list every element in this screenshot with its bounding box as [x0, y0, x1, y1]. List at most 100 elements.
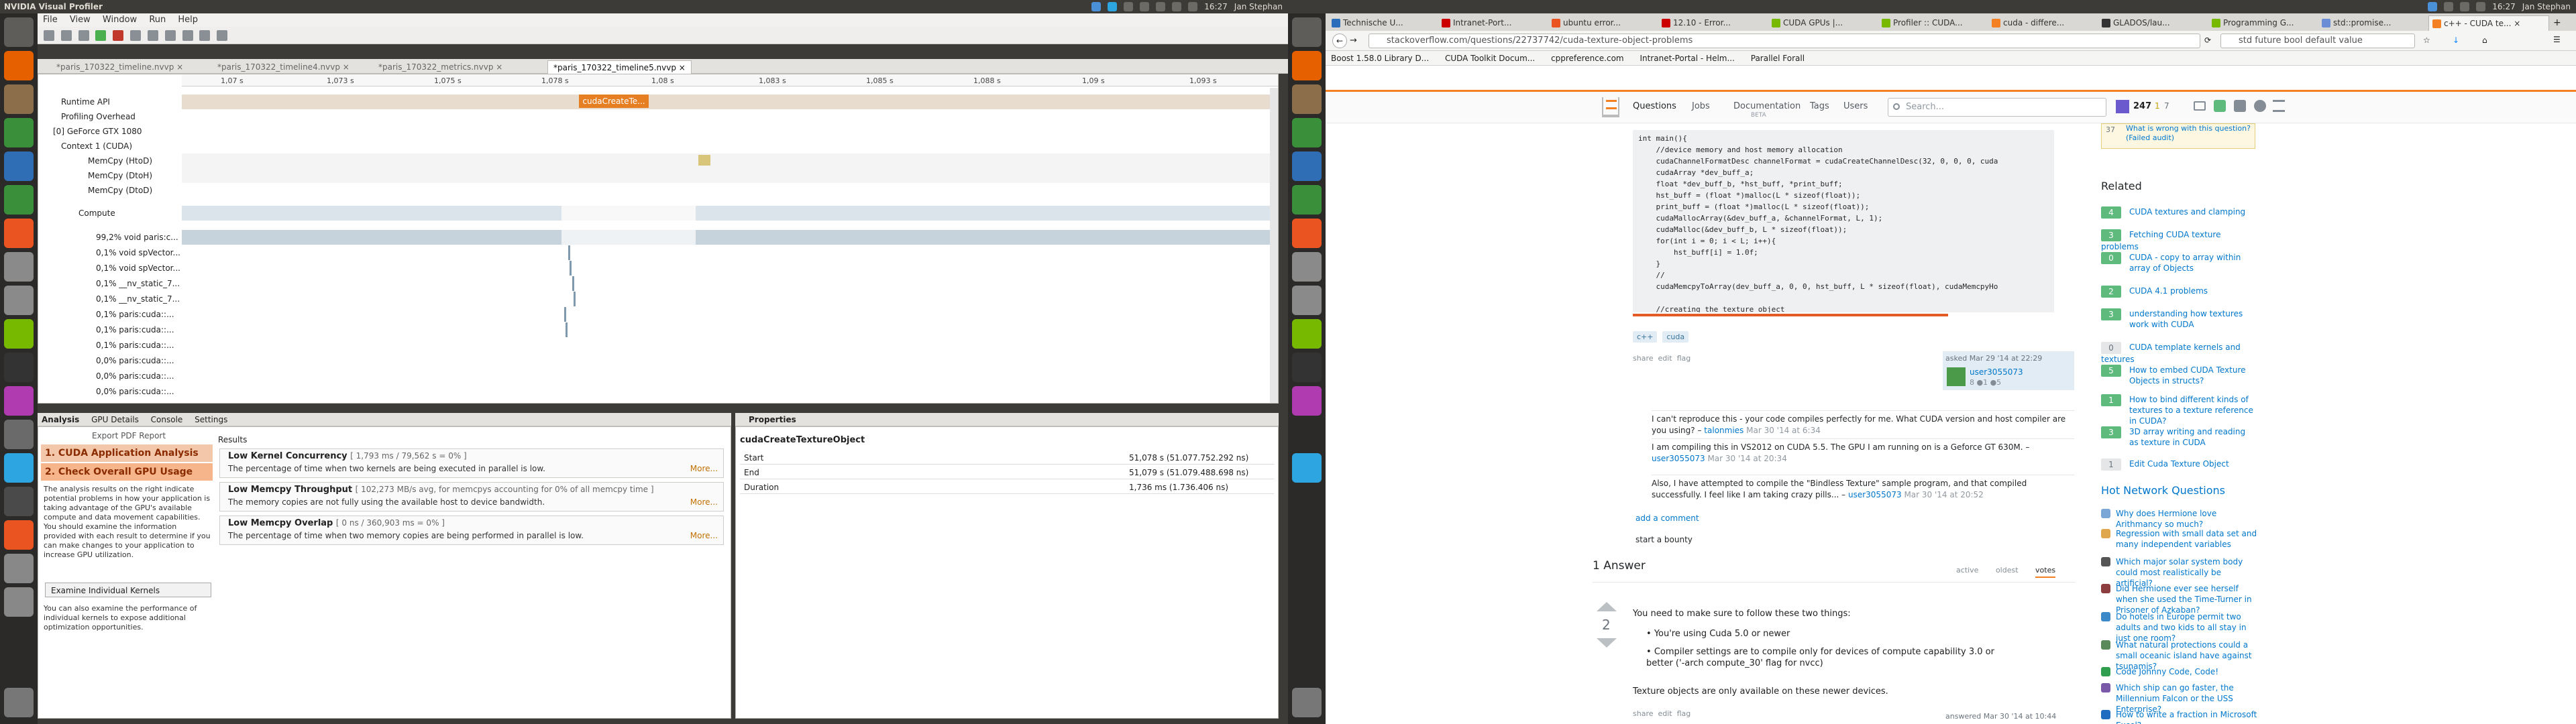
network-icon[interactable] [1156, 2, 1166, 11]
review-icon[interactable] [2234, 100, 2246, 112]
settings-icon[interactable] [4, 252, 34, 282]
web-search-input[interactable]: std future bool default value [2220, 34, 2415, 48]
terminal-icon[interactable] [1292, 353, 1322, 382]
related-link[interactable]: 3 3D array writing and reading as texture… [2101, 426, 2255, 448]
settings-icon[interactable] [1292, 252, 1322, 282]
row-kernel[interactable]: 0,1% void spVector... [96, 245, 180, 260]
answer-actions[interactable]: share edit flag [1633, 709, 1690, 718]
open-icon[interactable] [60, 30, 72, 41]
software-center-icon[interactable] [1292, 219, 1322, 248]
sort-active[interactable]: active [1956, 566, 1978, 575]
zoom-fit-icon[interactable] [164, 30, 176, 41]
related-link[interactable]: 5 How to embed CUDA Texture Objects in st… [2101, 365, 2255, 386]
save-icon[interactable] [78, 30, 89, 41]
browser-tab[interactable]: cuda - differe... [1988, 15, 2096, 31]
row-memcpy-dtod[interactable]: MemCpy (DtoD) [88, 183, 152, 198]
clock[interactable]: 16:27 [2492, 0, 2516, 13]
related-link[interactable]: 3 understanding how textures work with CU… [2101, 308, 2255, 330]
workspace-icon[interactable] [4, 487, 34, 516]
upvote-icon[interactable] [1597, 602, 1617, 611]
volume-icon[interactable] [2476, 2, 2486, 11]
chrome-tray-icon[interactable] [1091, 2, 1102, 11]
related-link[interactable]: 1 How to bind different kinds of textures… [2101, 394, 2255, 426]
libreoffice-icon[interactable] [4, 118, 34, 147]
tab-console[interactable]: Console [151, 415, 183, 424]
ide-icon[interactable] [4, 420, 34, 449]
browser-tab-active[interactable]: c++ - CUDA te... × [2428, 15, 2549, 31]
menu-icon[interactable]: ☰ [2553, 35, 2561, 44]
row-kernel[interactable]: 0,0% paris:cuda::... [96, 369, 174, 383]
trash-icon[interactable] [4, 688, 34, 717]
row-device[interactable]: [0] GeForce GTX 1080 [53, 124, 142, 139]
files-icon[interactable] [1292, 84, 1322, 114]
app-icon[interactable] [4, 520, 34, 550]
libreoffice-icon[interactable] [1292, 118, 1322, 147]
clock[interactable]: 16:27 [1204, 0, 1228, 13]
reload-icon[interactable]: ⟳ [2204, 36, 2211, 45]
achievements-icon[interactable] [2214, 100, 2226, 112]
browser-tab[interactable]: Intranet-Port... [1438, 15, 1546, 31]
row-kernel[interactable]: 0,1% paris:cuda::... [96, 322, 174, 337]
kernel-mark[interactable] [572, 276, 574, 291]
result-kernel-concurrency[interactable]: Low Kernel Concurrency [ 1,793 ms / 79,5… [219, 448, 724, 478]
result-memcpy-overlap[interactable]: Low Memcpy Overlap [ 0 ns / 360,903 ms =… [219, 516, 724, 545]
help-icon[interactable] [2254, 100, 2266, 112]
dash-icon[interactable] [1292, 17, 1322, 47]
telegram-tray-icon[interactable] [1108, 2, 1118, 11]
volume-icon[interactable] [1188, 2, 1198, 11]
hnq-title[interactable]: Hot Network Questions [2101, 484, 2225, 497]
kernel-lane[interactable] [182, 230, 1278, 245]
nav-users[interactable]: Users [1843, 101, 1868, 111]
start-bounty-link[interactable]: start a bounty [1635, 535, 1693, 544]
nvidia-icon[interactable] [4, 319, 34, 349]
step-gpu-usage[interactable]: 2. Check Overall GPU Usage [41, 463, 213, 481]
row-memcpy-dtoh[interactable]: MemCpy (DtoH) [88, 168, 152, 183]
hnq-link[interactable]: Regression with small data set and many … [2101, 528, 2259, 550]
row-runtime-api[interactable]: Runtime API [61, 95, 110, 109]
asker-name[interactable]: user3055073 [1970, 367, 2023, 377]
run-icon[interactable] [95, 30, 107, 41]
related-link[interactable]: 1 Edit Cuda Texture Object [2101, 459, 2255, 471]
tab-timeline[interactable]: *paris_170322_timeline.nvvp × [51, 60, 189, 74]
filter-icon[interactable] [182, 30, 193, 41]
comment-user[interactable]: user3055073 [1652, 454, 1705, 463]
hnq-link[interactable]: Why does Hermione love Arithmancy so muc… [2101, 508, 2259, 530]
bookmark[interactable]: Boost 1.58.0 Library D... [1331, 54, 1429, 63]
related-link[interactable]: 2 CUDA 4.1 problems [2101, 286, 2255, 298]
more-link[interactable]: More... [690, 531, 718, 540]
zoom-in-icon[interactable] [130, 30, 142, 41]
tag-cuda[interactable]: cuda [1662, 331, 1689, 343]
settings-icon[interactable] [217, 30, 228, 41]
menu-window[interactable]: Window [103, 15, 137, 25]
dropbox-tray-icon[interactable] [2444, 2, 2454, 11]
so-logo[interactable] [1602, 97, 1619, 117]
url-bar[interactable]: stackoverflow.com/questions/22737742/cud… [1368, 34, 2200, 48]
row-context[interactable]: Context 1 (CUDA) [61, 139, 132, 154]
stop-icon[interactable] [113, 30, 124, 41]
nav-jobs[interactable]: Jobs [1692, 101, 1710, 111]
row-kernel[interactable]: 0,1% paris:cuda::... [96, 338, 174, 353]
step-application-analysis[interactable]: 1. CUDA Application Analysis [41, 444, 213, 462]
new-tab-button[interactable]: + [2553, 17, 2561, 28]
tab-analysis[interactable]: Analysis [42, 415, 79, 424]
compute-lane[interactable] [182, 206, 1278, 221]
tab-settings[interactable]: Settings [195, 415, 227, 424]
bookmark[interactable]: Intranet-Portal - Helm... [1640, 54, 1734, 63]
examine-kernels-button[interactable]: Examine Individual Kernels [45, 583, 211, 597]
intellij-icon[interactable] [1292, 386, 1322, 416]
more-link[interactable]: More... [690, 464, 718, 473]
more-link[interactable]: More... [690, 497, 718, 507]
telegram-icon[interactable] [1292, 453, 1322, 483]
calc-icon[interactable] [4, 185, 34, 215]
avatar[interactable] [2116, 100, 2129, 113]
disk-icon[interactable] [4, 587, 34, 617]
comment-user[interactable]: talonmies [1704, 426, 1743, 435]
browser-tab[interactable]: Technische U... [1328, 15, 1436, 31]
mail-icon[interactable] [1140, 2, 1150, 11]
row-kernel[interactable]: 0,1% __nv_static_7... [96, 276, 180, 291]
downloads-icon[interactable]: ↓ [2453, 36, 2459, 45]
row-memcpy-htod[interactable]: MemCpy (HtoD) [88, 154, 152, 168]
nav-questions[interactable]: Questions [1633, 101, 1676, 111]
hnq-link[interactable]: Do hotels in Europe permit two adults an… [2101, 611, 2259, 644]
bookmark[interactable]: Parallel Forall [1751, 54, 1805, 63]
